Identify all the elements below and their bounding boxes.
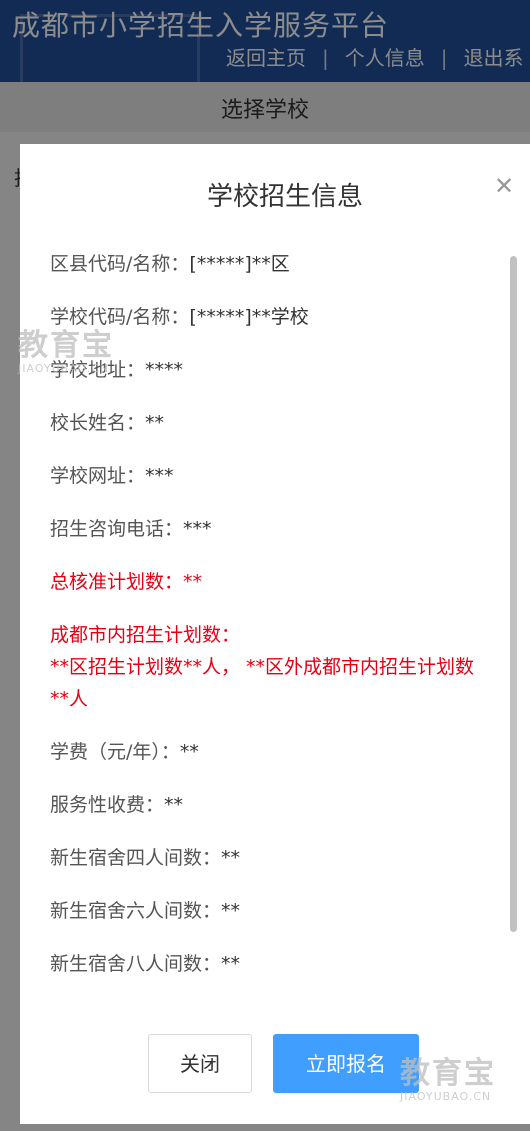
info-value: ** — [145, 412, 165, 434]
info-label: 总核准计划数： — [50, 571, 184, 593]
info-value: ** — [221, 953, 241, 975]
info-row-district: 区县代码/名称：[*****]**区 — [50, 248, 520, 280]
info-value: ** — [183, 571, 203, 593]
info-row-principal: 校长姓名：** — [50, 407, 520, 439]
info-row-school: 学校代码/名称：[*****]**学校 — [50, 301, 520, 333]
info-value: ** — [179, 741, 199, 763]
info-label: 新生宿舍六人间数： — [50, 900, 222, 922]
plan-detail: **区招生计划数**人， **区外成都市内招生计划数 — [50, 656, 475, 678]
info-row-service-fee: 服务性收费：** — [50, 789, 520, 821]
info-row-dorm-eight: 新生宿舍八人间数：** — [50, 948, 520, 980]
close-icon[interactable]: ✕ — [492, 174, 516, 198]
school-info-list: 区县代码/名称：[*****]**区 学校代码/名称：[*****]**学校 学… — [50, 248, 520, 1001]
info-label: 学校网址： — [50, 465, 146, 487]
info-value: [*****]**学校 — [189, 306, 309, 328]
info-value: ** — [221, 900, 241, 922]
info-label: 招生咨询电话： — [50, 518, 184, 540]
info-label: 学费（元/年）： — [50, 741, 180, 763]
info-row-phone: 招生咨询电话：*** — [50, 513, 520, 545]
info-value: *** — [145, 465, 174, 487]
info-row-total-quota: 总核准计划数：** — [50, 566, 520, 598]
plan-detail: **人 — [50, 688, 89, 710]
info-value: ** — [221, 847, 241, 869]
close-button[interactable]: 关闭 — [148, 1034, 252, 1093]
school-info-modal: 学校招生信息 ✕ 区县代码/名称：[*****]**区 学校代码/名称：[***… — [20, 144, 530, 1124]
info-label: 学校地址： — [50, 359, 146, 381]
modal-scrollbar[interactable] — [510, 256, 517, 932]
info-value: [*****]**区 — [189, 253, 290, 275]
info-label: 校长姓名： — [50, 412, 146, 434]
info-label: 服务性收费： — [50, 794, 165, 816]
info-row-dorm-six: 新生宿舍六人间数：** — [50, 895, 520, 927]
info-label: 区县代码/名称： — [50, 253, 190, 275]
plan-label: 成都市内招生计划数： — [50, 624, 241, 646]
info-label: 新生宿舍八人间数： — [50, 953, 222, 975]
info-label: 学校代码/名称： — [50, 306, 190, 328]
modal-title: 学校招生信息 — [206, 182, 363, 212]
info-row-website: 学校网址：*** — [50, 460, 520, 492]
city-enrollment-plan: 成都市内招生计划数： **区招生计划数**人， **区外成都市内招生计划数 **… — [50, 619, 520, 715]
info-row-address: 学校地址：**** — [50, 354, 520, 386]
info-value: *** — [183, 518, 212, 540]
info-row-dorm-four: 新生宿舍四人间数：** — [50, 842, 520, 874]
info-label: 新生宿舍四人间数： — [50, 847, 222, 869]
apply-now-button[interactable]: 立即报名 — [273, 1034, 419, 1093]
info-value: ** — [164, 794, 184, 816]
info-row-tuition: 学费（元/年）：** — [50, 736, 520, 768]
info-value: **** — [145, 359, 184, 381]
